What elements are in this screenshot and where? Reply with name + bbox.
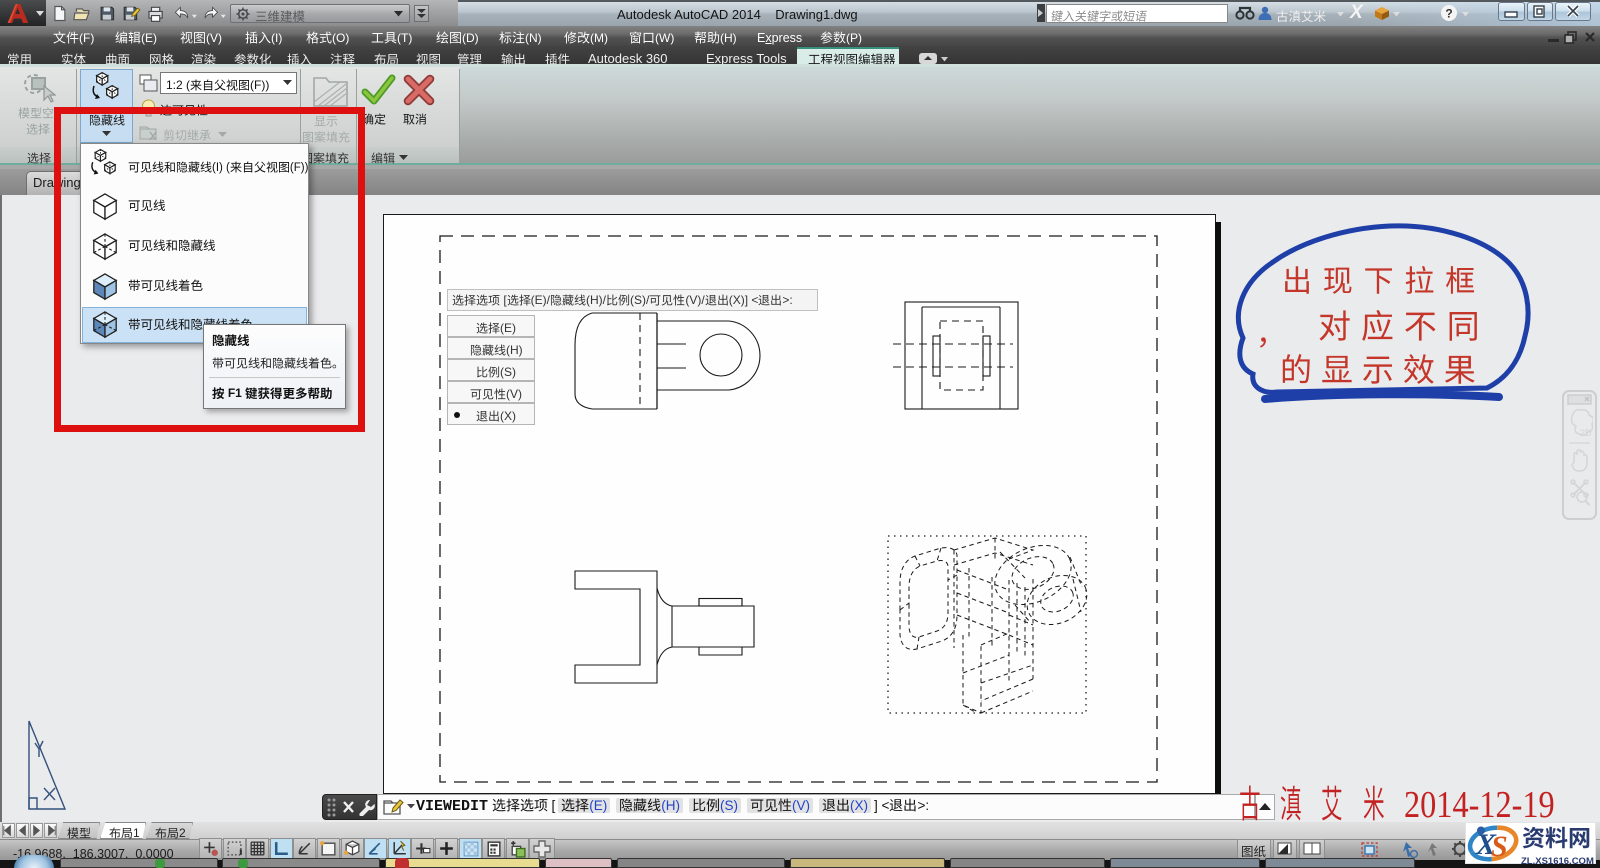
svg-text:?: ? [1445, 7, 1452, 21]
svg-text:2D: 2D [1580, 428, 1592, 438]
svg-text:S: S [1491, 830, 1508, 863]
